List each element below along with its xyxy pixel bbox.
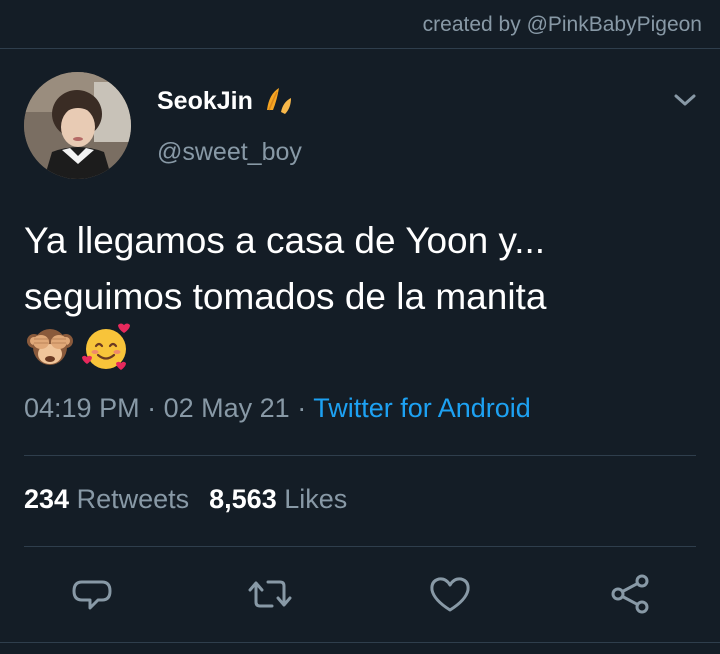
tweet-meta: 04:19 PM · 02 May 21 · Twitter for Andro… [24,393,531,424]
smiling-face-with-hearts-icon [80,321,132,373]
retweet-icon[interactable] [246,570,294,618]
retweets-count: 234 [24,484,70,514]
handle[interactable]: @sweet_boy [157,138,302,167]
leaf-icon [263,86,297,116]
divider [24,546,696,547]
reply-icon[interactable] [68,570,116,618]
action-bar [0,570,720,618]
bottom-divider [0,642,720,643]
likes-count: 8,563 [209,484,277,514]
chevron-down-icon[interactable] [672,90,698,110]
heart-icon[interactable] [426,570,474,618]
meta-separator: · [147,393,157,423]
share-icon[interactable] [606,570,654,618]
display-name[interactable]: SeokJin [157,87,253,116]
tweet-date: 02 May 21 [163,393,290,423]
likes-label: Likes [284,484,348,514]
tweet-page: created by @PinkBabyPigeon SeokJin @swee… [0,0,720,654]
likes-stat[interactable]: 8,563 Likes [209,484,347,514]
engagement-stats: 234 Retweets 8,563 Likes [24,484,347,515]
author-name-row[interactable]: SeokJin [157,86,297,116]
tweet-text: Ya llegamos a casa de Yoon y... seguimos… [24,213,704,325]
source-link[interactable]: Twitter for Android [313,393,531,423]
see-no-evil-monkey-icon [24,321,76,373]
emoji-row [24,321,132,373]
tweet-time: 04:19 PM [24,393,140,423]
avatar-image [24,72,131,179]
tweet-text-line-2: seguimos tomados de la manita [24,276,547,317]
avatar[interactable] [24,72,131,179]
watermark: created by @PinkBabyPigeon [422,13,702,36]
top-divider [0,48,720,49]
retweets-stat[interactable]: 234 Retweets [24,484,189,514]
retweets-label: Retweets [76,484,190,514]
meta-separator-2: · [297,393,307,423]
divider [24,455,696,456]
tweet-text-line-1: Ya llegamos a casa de Yoon y... [24,220,546,261]
